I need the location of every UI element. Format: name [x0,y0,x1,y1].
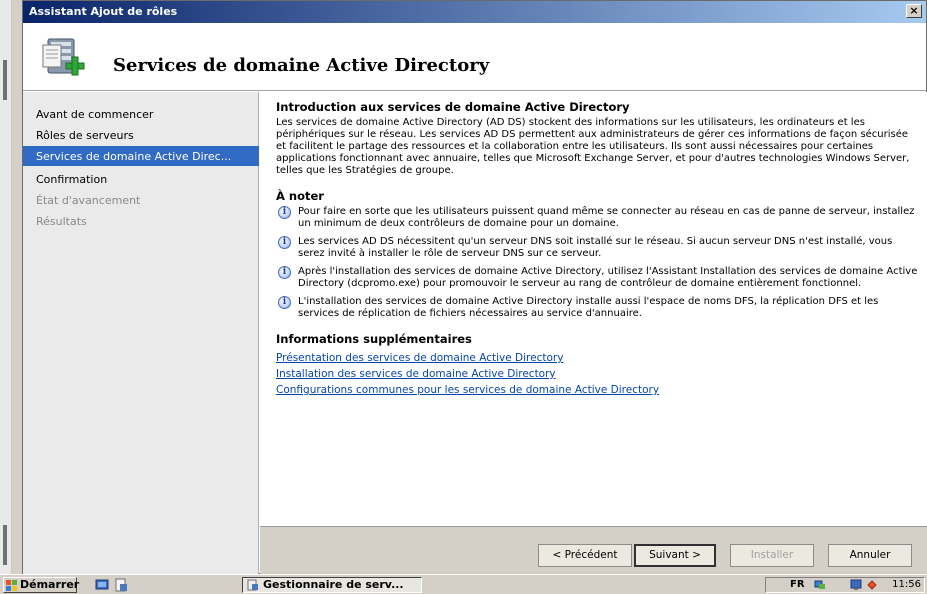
taskbar-item-label: Gestionnaire de serv... [263,578,404,591]
sidebar-item-results: Résultats [36,215,87,228]
wizard-steps-sidebar: Avant de commencer Rôles de serveurs Ser… [23,92,259,575]
console-quicklaunch-icon[interactable] [114,578,128,592]
note-item: i L'installation des services de domaine… [276,296,918,320]
sidebar-item-ad-ds[interactable]: Services de domaine Active Direc... [23,146,259,166]
server-manager-icon [247,579,258,591]
next-button[interactable]: Suivant > [634,544,716,567]
window-titlebar[interactable]: Assistant Ajout de rôles × [23,1,926,23]
note-text: L'installation des services de domaine A… [298,296,879,319]
sidebar-item-progress: État d'avancement [36,194,141,207]
taskbar-item-server-manager[interactable]: Gestionnaire de serv... [242,577,422,593]
language-indicator[interactable]: FR [790,579,805,590]
wizard-content: Introduction aux services de domaine Act… [260,92,927,526]
network-icon[interactable] [814,579,826,591]
info-icon: i [278,206,291,219]
sidebar-item-confirmation[interactable]: Confirmation [23,169,259,189]
system-tray: FR 11:56 [765,577,925,593]
note-text: Après l'installation des services de dom… [298,266,918,289]
clock: 11:56 [892,579,921,590]
wizard-header: Services de domaine Active Directory [23,23,926,91]
wizard-button-bar: < Précédent Suivant > Installer Annuler [260,526,927,575]
add-roles-wizard-window: Assistant Ajout de rôles × Services de d… [22,0,927,575]
sidebar-item-before-you-begin[interactable]: Avant de commencer [23,104,259,124]
taskbar: Démarrer Gestionnaire de serv... FR 11:5… [0,574,927,594]
cancel-button[interactable]: Annuler [828,544,912,567]
intro-text: Les services de domaine Active Directory… [276,117,910,176]
note-text: Les services AD DS nécessitent qu'un ser… [298,236,893,259]
more-info-heading: Informations supplémentaires [276,332,472,346]
window-title: Assistant Ajout de rôles [29,5,178,18]
start-button[interactable]: Démarrer [3,577,80,593]
security-alert-icon[interactable] [866,579,878,591]
windows-logo-icon [6,580,17,591]
sidebar-item-server-roles[interactable]: Rôles de serveurs [23,125,259,145]
monitor-icon[interactable] [850,579,862,591]
background-window-edge [0,0,12,574]
info-icon: i [278,296,291,309]
start-label: Démarrer [20,578,80,591]
link-ad-ds-overview[interactable]: Présentation des services de domaine Act… [276,352,918,364]
link-ad-ds-common-configurations[interactable]: Configurations communes pour les service… [276,384,918,396]
info-icon: i [278,266,291,279]
server-manager-quicklaunch-icon[interactable] [95,578,109,592]
page-title: Services de domaine Active Directory [113,55,490,76]
notes-heading: À noter [276,189,324,203]
link-ad-ds-installation[interactable]: Installation des services de domaine Act… [276,368,918,380]
close-button[interactable]: × [906,4,922,18]
intro-heading: Introduction aux services de domaine Act… [276,100,630,114]
install-button: Installer [730,544,814,567]
note-item: i Pour faire en sorte que les utilisateu… [276,206,918,230]
note-item: i Les services AD DS nécessitent qu'un s… [276,236,918,260]
note-text: Pour faire en sorte que les utilisateurs… [298,206,915,229]
server-add-icon [42,38,85,76]
previous-button[interactable]: < Précédent [538,544,632,567]
info-icon: i [278,236,291,249]
note-item: i Après l'installation des services de d… [276,266,918,290]
